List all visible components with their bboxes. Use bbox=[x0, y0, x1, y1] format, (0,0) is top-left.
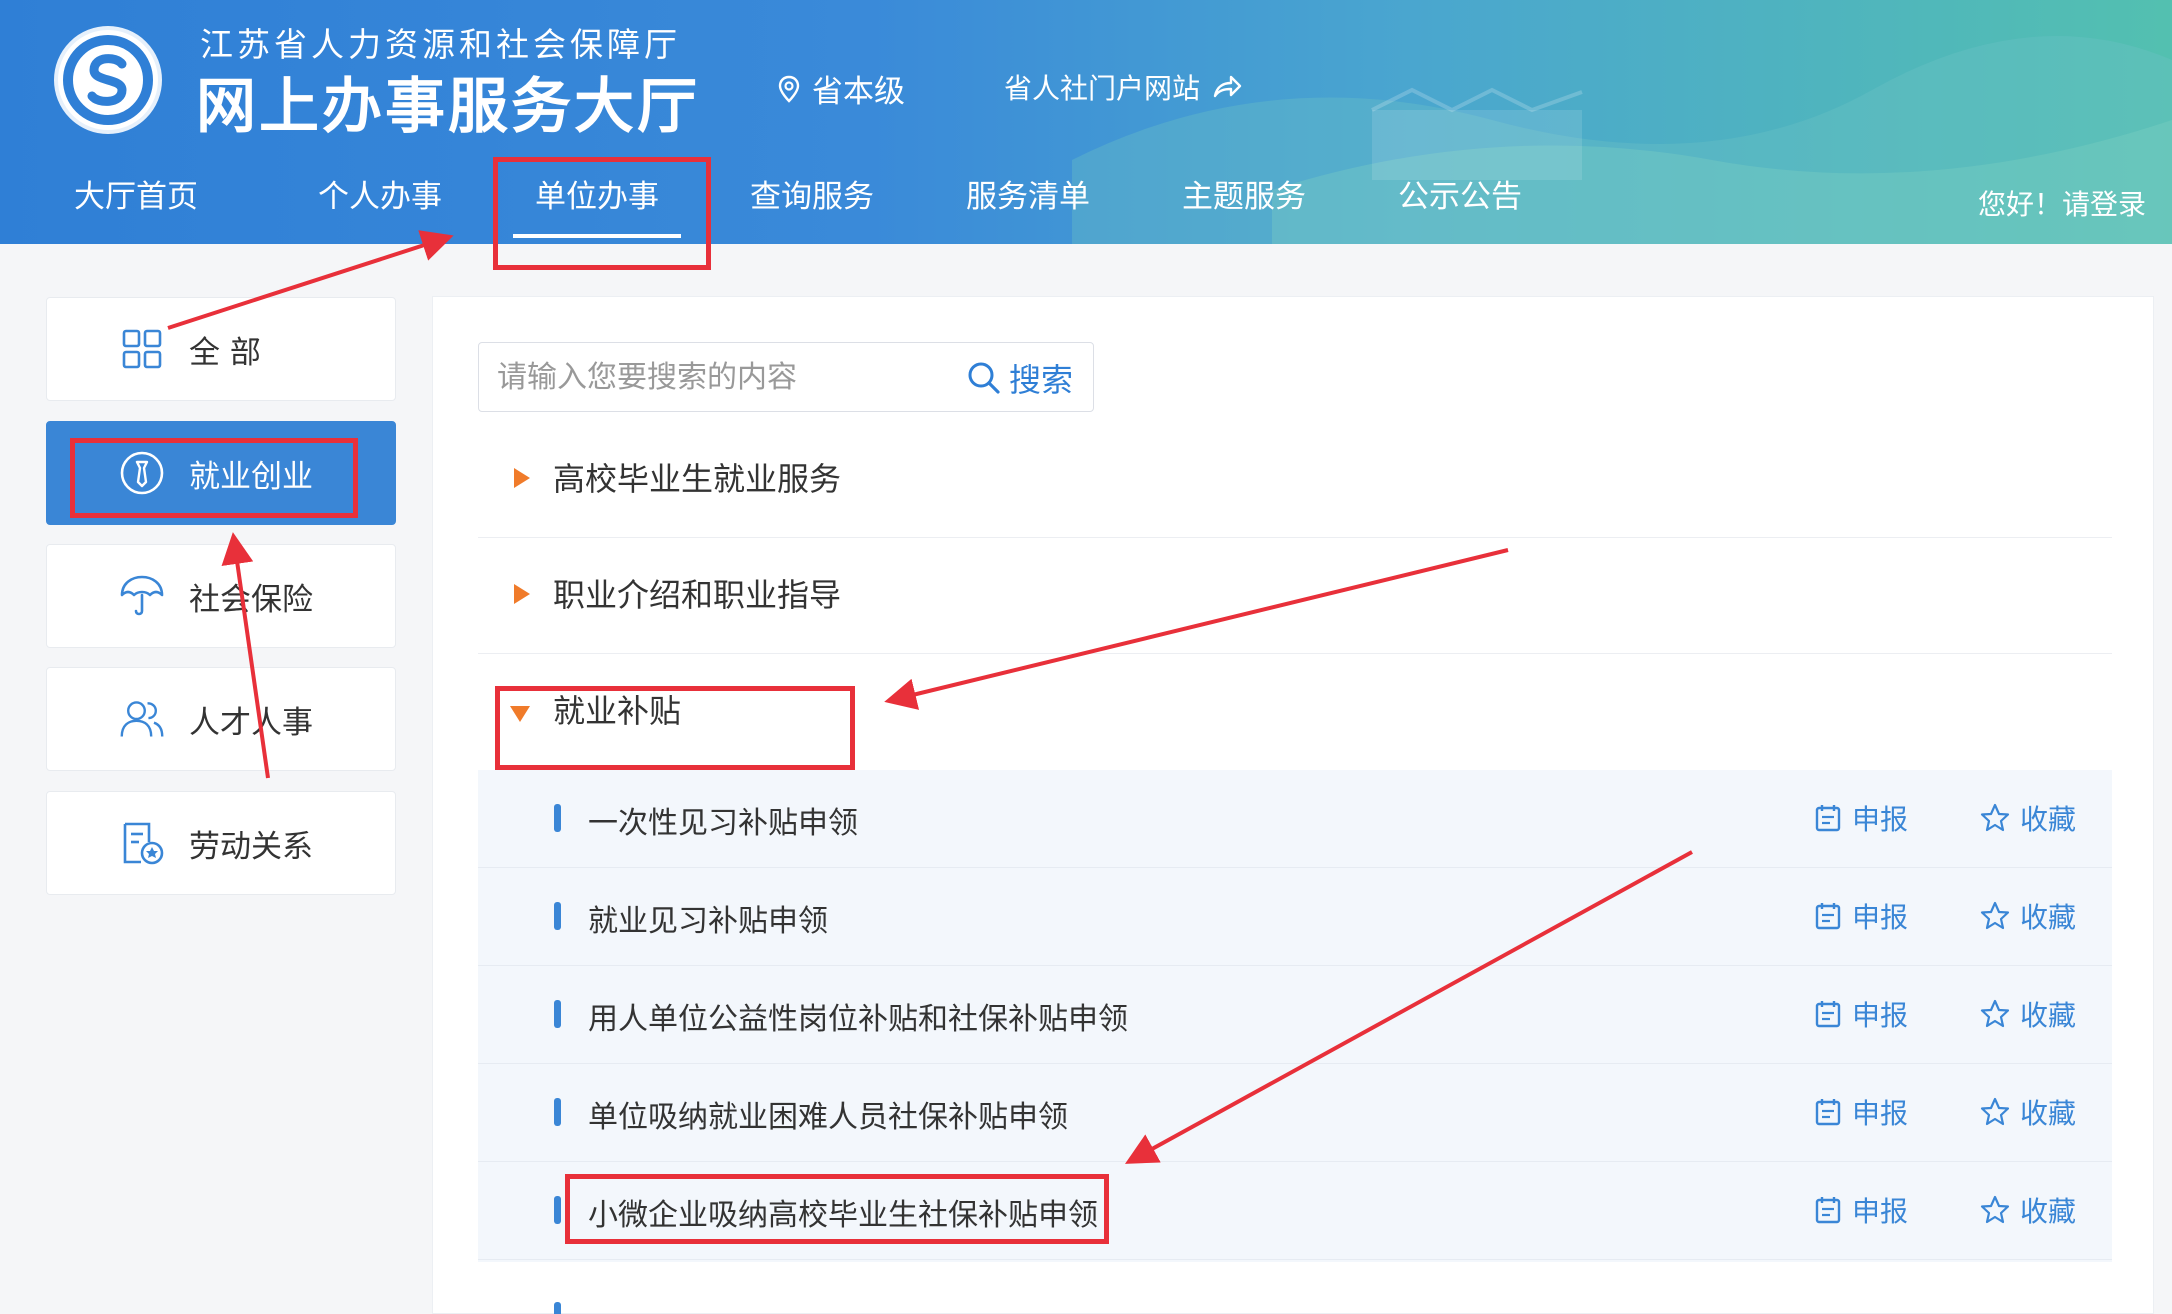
favorite-label: 收藏 bbox=[2020, 901, 2077, 934]
item-label[interactable]: 单位吸纳就业困难人员社保补贴申领 bbox=[588, 1092, 1068, 1136]
calendar-icon bbox=[1815, 1001, 1841, 1028]
login-link[interactable]: 您好！请登录 bbox=[1978, 183, 2146, 223]
list-item-partial bbox=[478, 1262, 2112, 1314]
search-icon bbox=[968, 362, 1000, 394]
category-label: 高校毕业生就业服务 bbox=[553, 460, 842, 498]
category-label: 职业介绍和职业指导 bbox=[553, 576, 842, 614]
item-marker bbox=[554, 1196, 561, 1224]
annotation-box-category bbox=[495, 686, 855, 770]
star-icon bbox=[1980, 1195, 2010, 1224]
item-marker bbox=[554, 804, 561, 832]
apply-button[interactable]: 申报 bbox=[1814, 896, 1908, 936]
item-marker bbox=[554, 1302, 561, 1314]
favorite-label: 收藏 bbox=[2020, 999, 2077, 1032]
annotation-box-item bbox=[565, 1174, 1109, 1244]
list-item[interactable]: 一次性见习补贴申领 申报 收藏 bbox=[478, 770, 2112, 868]
nav-item-theme[interactable]: 主题服务 bbox=[1182, 172, 1306, 228]
annotation-box-sidebar bbox=[70, 438, 358, 518]
apply-button[interactable]: 申报 bbox=[1814, 1190, 1908, 1230]
sidebar-item-labor[interactable]: 劳动关系 bbox=[46, 791, 396, 895]
favorite-button[interactable]: 收藏 bbox=[1980, 1190, 2076, 1230]
umbrella-icon bbox=[119, 573, 165, 619]
favorite-button[interactable]: 收藏 bbox=[1980, 798, 2076, 838]
site-name: 网上办事服务大厅 bbox=[196, 72, 700, 142]
nav-item-query[interactable]: 查询服务 bbox=[750, 172, 874, 228]
apply-label: 申报 bbox=[1852, 1195, 1909, 1228]
star-icon bbox=[1980, 901, 2010, 930]
category-graduate-employment[interactable]: 高校毕业生就业服务 bbox=[478, 422, 2112, 538]
users-icon bbox=[119, 696, 165, 742]
nav-item-home[interactable]: 大厅首页 bbox=[74, 172, 198, 228]
list-item[interactable]: 就业见习补贴申领 申报 收藏 bbox=[478, 868, 2112, 966]
item-label[interactable]: 用人单位公益性岗位补贴和社保补贴申领 bbox=[588, 994, 1128, 1038]
item-marker bbox=[554, 1000, 561, 1028]
sidebar-item-all[interactable]: 全 部 bbox=[46, 297, 396, 401]
favorite-label: 收藏 bbox=[2020, 803, 2077, 836]
calendar-icon bbox=[1815, 805, 1841, 832]
favorite-button[interactable]: 收藏 bbox=[1980, 1092, 2076, 1132]
item-label[interactable]: 就业见习补贴申领 bbox=[588, 896, 828, 940]
favorite-button[interactable]: 收藏 bbox=[1980, 896, 2076, 936]
grid-icon bbox=[119, 326, 165, 372]
apply-button[interactable]: 申报 bbox=[1814, 1092, 1908, 1132]
caret-right-icon bbox=[514, 584, 530, 604]
caret-right-icon bbox=[514, 468, 530, 488]
sidebar-item-label: 人才人事 bbox=[189, 704, 313, 741]
star-icon bbox=[1980, 803, 2010, 832]
item-marker bbox=[554, 1098, 561, 1126]
portal-link[interactable]: 省人社门户网站 bbox=[1004, 67, 1242, 107]
logo-s-icon bbox=[62, 34, 154, 126]
favorite-button[interactable]: 收藏 bbox=[1980, 994, 2076, 1034]
sidebar-item-talent[interactable]: 人才人事 bbox=[46, 667, 396, 771]
sidebar-item-social-insurance[interactable]: 社会保险 bbox=[46, 544, 396, 648]
share-icon bbox=[1213, 75, 1242, 98]
apply-label: 申报 bbox=[1852, 803, 1909, 836]
item-marker bbox=[554, 902, 561, 930]
nav-item-personal[interactable]: 个人办事 bbox=[318, 172, 442, 228]
category-job-guidance[interactable]: 职业介绍和职业指导 bbox=[478, 538, 2112, 654]
calendar-icon bbox=[1815, 903, 1841, 930]
sidebar-item-label: 全 部 bbox=[189, 334, 261, 371]
location-pin-icon bbox=[778, 75, 800, 103]
nav-item-notice[interactable]: 公示公告 bbox=[1398, 172, 1522, 228]
nav-item-service-list[interactable]: 服务清单 bbox=[966, 172, 1090, 228]
favorite-label: 收藏 bbox=[2020, 1097, 2077, 1130]
search-button-label: 搜索 bbox=[1009, 361, 1074, 399]
sidebar-item-label: 劳动关系 bbox=[189, 828, 313, 865]
location-label: 省本级 bbox=[812, 74, 905, 110]
apply-label: 申报 bbox=[1852, 999, 1909, 1032]
site-logo[interactable] bbox=[54, 26, 162, 134]
main-nav: 大厅首页 个人办事 单位办事 查询服务 服务清单 主题服务 公示公告 bbox=[0, 172, 2172, 238]
apply-label: 申报 bbox=[1852, 1097, 1909, 1130]
star-icon bbox=[1980, 1097, 2010, 1126]
search-button[interactable]: 搜索 bbox=[967, 353, 1073, 403]
favorite-label: 收藏 bbox=[2020, 1195, 2077, 1228]
search-input[interactable] bbox=[497, 355, 917, 399]
calendar-icon bbox=[1815, 1099, 1841, 1126]
portal-label: 省人社门户网站 bbox=[1004, 72, 1201, 105]
sidebar-item-label: 社会保险 bbox=[189, 581, 313, 618]
apply-button[interactable]: 申报 bbox=[1814, 994, 1908, 1034]
annotation-box-nav bbox=[493, 157, 711, 270]
list-item[interactable]: 单位吸纳就业困难人员社保补贴申领 申报 收藏 bbox=[478, 1064, 2112, 1162]
item-label[interactable]: 一次性见习补贴申领 bbox=[588, 798, 858, 842]
search-bar: 搜索 bbox=[478, 342, 1094, 412]
apply-button[interactable]: 申报 bbox=[1814, 798, 1908, 838]
list-item[interactable]: 用人单位公益性岗位补贴和社保补贴申领 申报 收藏 bbox=[478, 966, 2112, 1064]
apply-label: 申报 bbox=[1852, 901, 1909, 934]
calendar-icon bbox=[1815, 1197, 1841, 1224]
site-header: 江苏省人力资源和社会保障厅 网上办事服务大厅 省本级 省人社门户网站 大厅首页 … bbox=[0, 0, 2172, 244]
document-badge-icon bbox=[119, 820, 165, 866]
star-icon bbox=[1980, 999, 2010, 1028]
location-selector[interactable]: 省本级 bbox=[778, 66, 905, 111]
